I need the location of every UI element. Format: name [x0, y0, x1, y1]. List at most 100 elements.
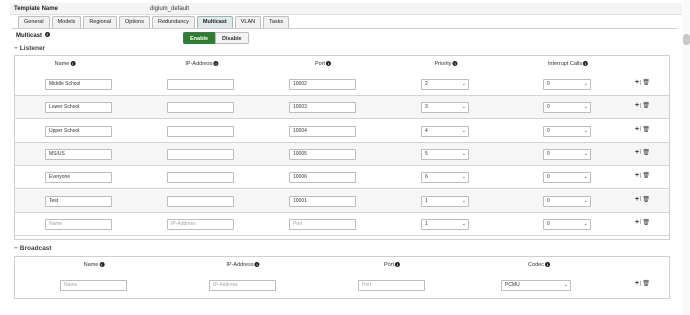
interrupt-calls-select[interactable]: 0 ⌄: [543, 195, 591, 207]
question-icon[interactable]: ?: [44, 32, 50, 37]
tab-multicast[interactable]: Multicast: [196, 16, 233, 28]
ip-address-input[interactable]: [167, 148, 234, 160]
chevron-down-icon: ⌄: [583, 220, 588, 227]
chevron-down-icon: ⌄: [583, 127, 588, 134]
info-icon: i: [254, 262, 260, 267]
ip-address-input[interactable]: [167, 79, 234, 90]
table-row: Upper School 10004 4 ⌄ 0 ⌄ + | 🗑: [15, 120, 669, 143]
listener-title-text: Listener: [19, 45, 46, 52]
listener-header-priority: Priority i: [434, 61, 458, 67]
port-input[interactable]: 10005: [289, 148, 356, 160]
port-input[interactable]: 10004: [289, 125, 356, 137]
broadcast-header-name-text: Name: [83, 262, 99, 268]
priority-value: 1: [425, 197, 428, 204]
chevron-down-icon: ⌄: [583, 150, 588, 157]
table-row: Lower School 10003 3 ⌄ 0 ⌄ + | 🗑: [15, 96, 669, 120]
interrupt-calls-select[interactable]: 0 ⌄: [543, 79, 591, 90]
add-icon[interactable]: +: [635, 280, 639, 287]
trash-icon[interactable]: 🗑: [642, 280, 650, 287]
priority-select[interactable]: 3 ⌄: [421, 102, 469, 114]
name-input[interactable]: Upper School: [45, 125, 112, 137]
port-input[interactable]: 10003: [289, 102, 356, 114]
disable-button[interactable]: Disable: [215, 32, 249, 44]
interrupt-calls-select[interactable]: 0 ⌄: [543, 148, 591, 160]
chevron-down-icon: ⌄: [583, 174, 588, 181]
interrupt-calls-select[interactable]: 0 ⌄: [543, 102, 591, 114]
table-row: Middle School 10002 2 ⌄ 0 ⌄ + | 🗑: [15, 73, 669, 96]
tab-general[interactable]: General: [18, 16, 50, 28]
name-input[interactable]: Middle School: [45, 79, 112, 90]
port-input[interactable]: Port: [289, 218, 356, 230]
row-actions: + | 🗑: [635, 219, 650, 226]
separator: |: [640, 79, 642, 86]
collapse-icon[interactable]: −: [14, 245, 18, 252]
add-icon[interactable]: +: [635, 126, 639, 133]
name-input[interactable]: Test: [45, 195, 112, 207]
tab-regional[interactable]: Regional: [83, 16, 118, 28]
multicast-label-wrap: Multicast ?: [16, 32, 50, 39]
interrupt-calls-select[interactable]: 0 ⌄: [543, 125, 591, 137]
chevron-down-icon: ⌄: [461, 174, 466, 181]
tab-tasks[interactable]: Tasks: [263, 16, 290, 28]
chevron-down-icon: ⌄: [461, 150, 466, 157]
priority-select[interactable]: 1 ⌄: [421, 218, 469, 230]
listener-header-interrupt-text: Interrupt Calls: [547, 61, 583, 67]
name-input[interactable]: Name: [45, 218, 112, 230]
trash-icon[interactable]: 🗑: [642, 149, 650, 156]
trash-icon[interactable]: 🗑: [642, 102, 650, 109]
add-icon[interactable]: +: [635, 196, 639, 203]
priority-select[interactable]: 6 ⌄: [421, 172, 469, 184]
chevron-down-icon: ⌄: [461, 197, 466, 204]
row-actions: + | 🗑: [635, 196, 650, 203]
trash-icon[interactable]: 🗑: [642, 79, 650, 86]
add-icon[interactable]: +: [635, 102, 639, 109]
ip-address-input[interactable]: [167, 195, 234, 207]
trash-icon[interactable]: 🗑: [642, 172, 650, 179]
broadcast-panel: Name i IP-Address i Port i Codec i Name IP-A…: [14, 256, 670, 299]
port-input[interactable]: 10002: [289, 79, 356, 90]
broadcast-section-title[interactable]: − Broadcast: [14, 245, 52, 252]
chevron-down-icon: ⌄: [461, 81, 466, 87]
broadcast-name-input[interactable]: Name: [60, 280, 127, 291]
name-input[interactable]: Lower School: [45, 102, 112, 114]
name-input[interactable]: MS/US: [45, 148, 112, 160]
interrupt-calls-select[interactable]: 0 ⌄: [543, 172, 591, 184]
broadcast-port-input[interactable]: Port: [358, 280, 425, 291]
enable-button[interactable]: Enable: [183, 32, 216, 44]
port-input[interactable]: 10006: [289, 172, 356, 184]
broadcast-header-port: Port i: [384, 262, 401, 268]
add-icon[interactable]: +: [635, 149, 639, 156]
ip-address-input[interactable]: [167, 172, 234, 184]
interrupt-calls-select[interactable]: 0 ⌄: [543, 218, 591, 230]
priority-select[interactable]: 1 ⌄: [421, 195, 469, 207]
page-scrollbar-thumb[interactable]: [683, 34, 690, 45]
tab-redundancy[interactable]: Redundancy: [152, 16, 195, 28]
broadcast-codec-select[interactable]: PCMU ⌄: [501, 280, 571, 291]
tab-vlan[interactable]: VLAN: [234, 16, 262, 28]
listener-section-title[interactable]: − Listener: [14, 45, 45, 52]
priority-select[interactable]: 2 ⌄: [421, 79, 469, 90]
ip-address-input[interactable]: [167, 125, 234, 137]
info-icon: i: [70, 61, 76, 66]
tab-options[interactable]: Options: [119, 16, 150, 28]
trash-icon[interactable]: 🗑: [642, 219, 650, 226]
trash-icon[interactable]: 🗑: [642, 126, 650, 133]
tab-models[interactable]: Models: [51, 16, 82, 28]
priority-select[interactable]: 4 ⌄: [421, 125, 469, 137]
priority-value: 2: [425, 81, 428, 87]
broadcast-codec-value: PCMU: [505, 282, 520, 288]
collapse-icon[interactable]: −: [14, 45, 18, 52]
page-scrollbar[interactable]: [683, 0, 690, 315]
add-icon[interactable]: +: [635, 79, 639, 86]
priority-value: 1: [425, 220, 428, 227]
port-input[interactable]: 10001: [289, 195, 356, 207]
info-icon: i: [583, 61, 589, 66]
name-input[interactable]: Everyone: [45, 172, 112, 184]
trash-icon[interactable]: 🗑: [642, 196, 650, 203]
priority-select[interactable]: 5 ⌄: [421, 148, 469, 160]
add-icon[interactable]: +: [635, 219, 639, 226]
add-icon[interactable]: +: [635, 172, 639, 179]
ip-address-input[interactable]: [167, 102, 234, 114]
ip-address-input[interactable]: IP-Address: [167, 218, 234, 230]
broadcast-ip-input[interactable]: IP-Address: [209, 280, 276, 291]
